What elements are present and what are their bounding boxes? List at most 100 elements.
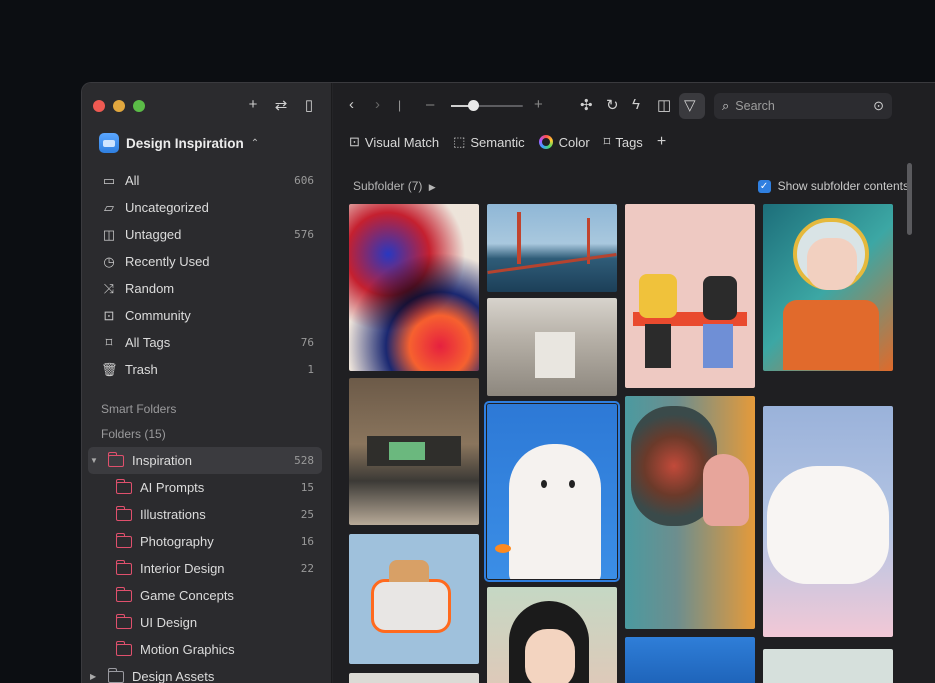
- folder-design-assets[interactable]: ▶ Design Assets: [88, 663, 322, 683]
- sidebar-item-label: Untagged: [125, 227, 182, 242]
- shuffle-icon: ⤨: [103, 280, 115, 296]
- folder-count: 528: [294, 454, 314, 467]
- image-tile[interactable]: [349, 673, 479, 683]
- item-count: 606: [294, 174, 314, 187]
- item-count: 76: [300, 336, 314, 349]
- search-input[interactable]: ⌕ Search ⊙: [714, 93, 892, 119]
- image-tile[interactable]: [625, 204, 755, 388]
- zoom-out-icon[interactable]: –: [426, 96, 434, 113]
- image-tile[interactable]: [625, 396, 755, 629]
- back-icon[interactable]: ‹: [349, 96, 354, 113]
- camera-search-icon: ⊡: [349, 134, 360, 149]
- image-tile-selected[interactable]: [484, 401, 620, 582]
- subfolder-label: Subfolder (7): [353, 179, 423, 193]
- sidebar-toggle-icon[interactable]: ▯: [301, 96, 317, 114]
- trash-icon: 🗑: [101, 361, 118, 377]
- image-tile[interactable]: [487, 204, 617, 292]
- image-detail: [541, 480, 547, 488]
- folder-game-concepts[interactable]: Game Concepts: [88, 582, 322, 609]
- image-tile[interactable]: [625, 637, 755, 683]
- zoom-in-icon[interactable]: +: [534, 96, 543, 113]
- color-wheel-icon: [538, 135, 553, 149]
- image-detail: [389, 442, 425, 460]
- color-button[interactable]: Color: [538, 135, 590, 150]
- tags-button[interactable]: ⌑ Tags: [604, 134, 643, 150]
- semantic-button[interactable]: ⬚ Semantic: [453, 134, 525, 150]
- folder-count: 16: [300, 535, 314, 548]
- image-tile[interactable]: [763, 406, 893, 637]
- folder-label: AI Prompts: [140, 480, 205, 495]
- sidebar-item-trash[interactable]: 🗑 Trash 1: [96, 356, 318, 383]
- disclosure-closed-icon[interactable]: ▶: [90, 672, 100, 681]
- swap-icon[interactable]: ⇄: [273, 96, 289, 114]
- image-detail: [509, 444, 601, 579]
- image-detail: [645, 324, 671, 368]
- sidebar-item-untagged[interactable]: ◫ Untagged 576: [96, 221, 318, 248]
- folder-ai-prompts[interactable]: AI Prompts 15: [88, 474, 322, 501]
- sidebar-item-label: All: [125, 173, 140, 188]
- sidebar-item-all-tags[interactable]: ⌑ All Tags 76: [96, 329, 318, 356]
- image-tile[interactable]: [763, 204, 893, 371]
- folder-photography[interactable]: Photography 16: [88, 528, 322, 555]
- folder-count: 25: [300, 508, 314, 521]
- scrollbar[interactable]: [907, 163, 912, 235]
- disclosure-open-icon[interactable]: ▼: [90, 456, 100, 465]
- toolbar: ‹ › | – + ✣ ↻ ϟ ◫ ▽ ⌕ Search ⊙: [333, 93, 935, 119]
- plus-icon[interactable]: +: [245, 96, 261, 114]
- sidebar-item-all[interactable]: ▭ All 606: [96, 167, 318, 194]
- forward-icon[interactable]: ›: [375, 96, 380, 113]
- image-detail: [807, 238, 857, 290]
- visual-match-button[interactable]: ⊡ Visual Match: [349, 134, 439, 150]
- folder-illustrations[interactable]: Illustrations 25: [88, 501, 322, 528]
- sidebar-item-uncategorized[interactable]: ▱ Uncategorized: [96, 194, 318, 221]
- sidebar-item-label: Community: [125, 308, 191, 323]
- folder-interior-design[interactable]: Interior Design 22: [88, 555, 322, 582]
- folder-label: Illustrations: [140, 507, 206, 522]
- plugin-icon[interactable]: ✣: [580, 96, 593, 114]
- chevron-updown-icon: ⌃: [250, 137, 260, 149]
- sync-icon[interactable]: ↻: [606, 96, 619, 114]
- chip-label: Semantic: [470, 134, 525, 150]
- semantic-icon: ⬚: [453, 134, 466, 149]
- checkmark-icon: ✓: [757, 179, 771, 193]
- sidebar-item-random[interactable]: ⤨ Random: [96, 275, 318, 302]
- add-filter-button[interactable]: +: [657, 133, 666, 151]
- sidebar-item-community[interactable]: ⊡ Community: [96, 302, 318, 329]
- minimize-window-button[interactable]: [113, 100, 125, 112]
- library-switcher[interactable]: Design Inspiration ⌃: [99, 133, 259, 153]
- folder-count: 15: [300, 481, 314, 494]
- folder-icon: [115, 505, 132, 521]
- folders-heading[interactable]: Folders (15): [101, 427, 166, 441]
- zoom-slider-knob[interactable]: [467, 100, 479, 111]
- zoom-window-button[interactable]: [133, 100, 145, 112]
- folder-icon: [115, 478, 132, 494]
- subfolder-toggle[interactable]: Subfolder (7) ▶: [353, 179, 436, 193]
- close-window-button[interactable]: [93, 100, 105, 112]
- app-window: + ⇄ ▯ Design Inspiration ⌃ ▭ All 606 ▱ U…: [81, 82, 935, 683]
- folder-motion-graphics[interactable]: Motion Graphics: [88, 636, 322, 663]
- image-tile[interactable]: [349, 534, 479, 664]
- show-subfolder-label: Show subfolder contents: [777, 179, 909, 193]
- sidebar-item-recently-used[interactable]: ◷ Recently Used: [96, 248, 318, 275]
- image-tile[interactable]: [487, 298, 617, 396]
- bolt-icon[interactable]: ϟ: [632, 96, 640, 113]
- zoom-slider[interactable]: [451, 105, 523, 107]
- folder-ui-design[interactable]: UI Design: [88, 609, 322, 636]
- add-filter-label: +: [656, 133, 667, 150]
- bookmark-icon: ⌑: [603, 134, 611, 149]
- folder-label: Design Assets: [132, 669, 215, 683]
- image-search-icon[interactable]: ⊙: [873, 98, 884, 114]
- image-tile[interactable]: [349, 204, 479, 371]
- smart-folders-heading[interactable]: Smart Folders: [101, 402, 176, 416]
- folder-inspiration[interactable]: ▼ Inspiration 528: [88, 447, 322, 474]
- image-tile[interactable]: [487, 587, 617, 683]
- image-tile[interactable]: [349, 378, 479, 525]
- image-tile[interactable]: [763, 649, 893, 683]
- folder-icon: [107, 667, 124, 683]
- show-subfolder-checkbox[interactable]: ✓ Show subfolder contents: [757, 179, 909, 193]
- layout-icon[interactable]: ◫: [657, 96, 671, 114]
- folder-icon: [115, 640, 132, 656]
- image-detail: [703, 454, 749, 526]
- folder-label: UI Design: [140, 615, 198, 630]
- folder-icon: [115, 559, 132, 575]
